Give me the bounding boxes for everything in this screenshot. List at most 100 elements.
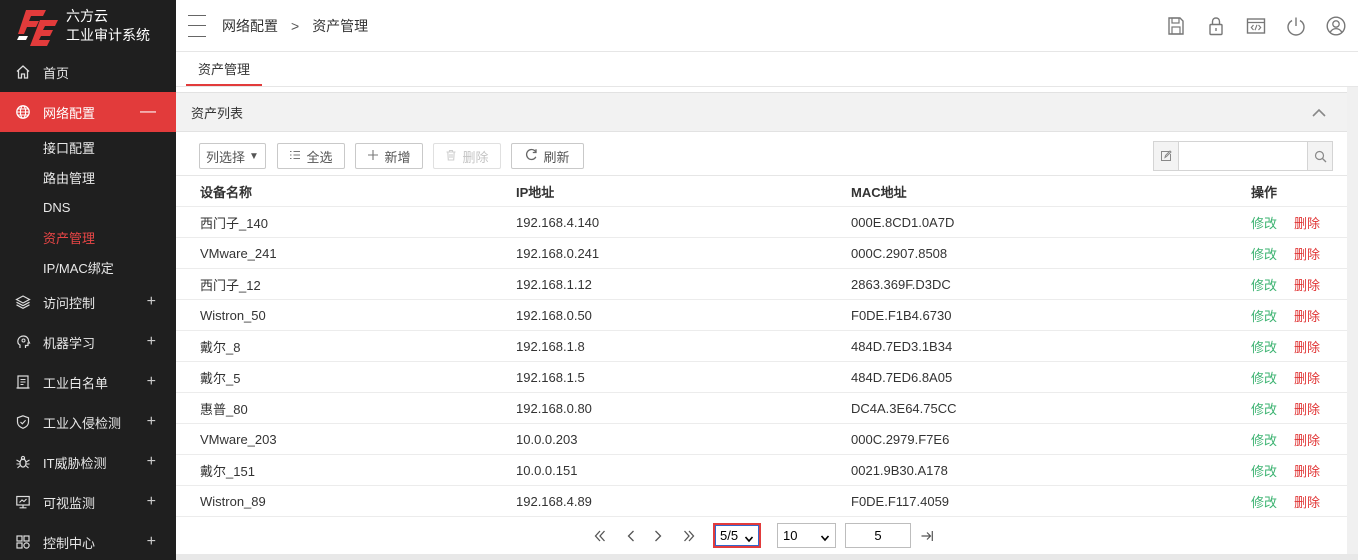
panel-title: 资产列表 — [191, 105, 244, 121]
edit-link[interactable]: 修改 — [1251, 402, 1277, 417]
expand-toggle[interactable]: + — [147, 293, 156, 311]
sidebar-item-home[interactable]: 首页 — [0, 52, 176, 92]
breadcrumb-item[interactable]: 网络配置 — [222, 16, 278, 36]
device-name-cell: VMware_203 — [176, 423, 516, 455]
column-header-actions: 操作 — [1251, 175, 1347, 207]
actions-cell: 修改 删除 — [1251, 454, 1347, 486]
expand-toggle[interactable]: + — [147, 413, 156, 431]
add-button[interactable]: 新增 — [355, 143, 423, 169]
sidebar-item-machine-learning[interactable]: 机器学习 + — [0, 322, 176, 362]
table-row: 戴尔_151 10.0.0.151 0021.9B30.A178 修改 删除 — [176, 454, 1347, 486]
column-select-button[interactable]: 列选择 ▼ — [199, 143, 266, 169]
edit-icon[interactable] — [1154, 142, 1179, 170]
delete-link[interactable]: 删除 — [1294, 247, 1320, 262]
delete-button[interactable]: 删除 — [433, 143, 501, 169]
sidebar-subitem-interface-config[interactable]: 接口配置 — [0, 132, 176, 162]
delete-link[interactable]: 删除 — [1294, 340, 1320, 355]
sidebar-item-label: 网络配置 — [43, 105, 96, 121]
sidebar-item-access-control[interactable]: 访问控制 + — [0, 282, 176, 322]
page-select[interactable]: 5/5 — [713, 523, 761, 548]
tab-asset-management[interactable]: 资产管理 — [186, 58, 263, 86]
monitor-icon — [14, 493, 32, 511]
chevron-up-icon[interactable] — [1309, 103, 1329, 123]
page-jump-input[interactable]: 5 — [845, 523, 911, 548]
sidebar-subitem-route-management[interactable]: 路由管理 — [0, 162, 176, 192]
first-page-icon[interactable] — [591, 527, 609, 545]
edit-link[interactable]: 修改 — [1251, 371, 1277, 386]
previous-page-icon[interactable] — [622, 527, 640, 545]
edit-link[interactable]: 修改 — [1251, 309, 1277, 324]
collapse-toggle[interactable]: — — [140, 103, 156, 121]
expand-toggle[interactable]: + — [147, 493, 156, 511]
pagination: 5/5 10 5 — [176, 518, 1347, 554]
column-header-ip-address[interactable]: IP地址 — [516, 175, 851, 207]
ip-address-cell: 192.168.1.8 — [516, 330, 851, 362]
expand-toggle[interactable]: + — [147, 373, 156, 391]
table-row: 戴尔_8 192.168.1.8 484D.7ED3.1B34 修改 删除 — [176, 330, 1347, 362]
select-all-label: 全选 — [306, 149, 333, 165]
go-to-page-icon[interactable] — [918, 527, 936, 545]
lock-icon[interactable] — [1204, 14, 1228, 38]
breadcrumb-separator: > — [291, 17, 300, 34]
actions-cell: 修改 删除 — [1251, 299, 1347, 331]
toolbar: 列选择 ▼ 全选 新增 删除 刷新 — [176, 132, 1347, 177]
expand-toggle[interactable]: + — [147, 333, 156, 351]
select-all-button[interactable]: 全选 — [277, 143, 345, 169]
sidebar-item-industrial-whitelist[interactable]: 工业白名单 + — [0, 362, 176, 402]
delete-link[interactable]: 删除 — [1294, 309, 1320, 324]
mac-address-cell: 000E.8CD1.0A7D — [851, 206, 1251, 238]
actions-cell: 修改 删除 — [1251, 268, 1347, 300]
edit-link[interactable]: 修改 — [1251, 247, 1277, 262]
delete-link[interactable]: 删除 — [1294, 278, 1320, 293]
menu-toggle-icon[interactable] — [188, 14, 206, 37]
search-input[interactable] — [1179, 142, 1307, 170]
expand-toggle[interactable]: + — [147, 453, 156, 471]
delete-link[interactable]: 删除 — [1294, 216, 1320, 231]
search-icon[interactable] — [1307, 142, 1332, 170]
edit-link[interactable]: 修改 — [1251, 216, 1277, 231]
sidebar-item-it-threat-detection[interactable]: IT威胁检测 + — [0, 442, 176, 482]
sidebar-subitem-ip-mac-binding[interactable]: IP/MAC绑定 — [0, 252, 176, 282]
code-window-icon[interactable] — [1244, 14, 1268, 38]
user-icon[interactable] — [1324, 14, 1348, 38]
table-row: 戴尔_5 192.168.1.5 484D.7ED6.8A05 修改 删除 — [176, 361, 1347, 393]
refresh-button[interactable]: 刷新 — [511, 143, 584, 169]
sidebar-item-control-center[interactable]: 控制中心 + — [0, 522, 176, 560]
sidebar-item-label: 访问控制 — [43, 295, 96, 311]
sidebar-item-industrial-intrusion-detection[interactable]: 工业入侵检测 + — [0, 402, 176, 442]
bug-icon — [14, 453, 32, 471]
panel-header: 资产列表 — [176, 92, 1347, 132]
edit-link[interactable]: 修改 — [1251, 464, 1277, 479]
page-size-value: 10 — [783, 528, 798, 543]
delete-link[interactable]: 删除 — [1294, 371, 1320, 386]
sidebar-item-visual-monitoring[interactable]: 可视监测 + — [0, 482, 176, 522]
actions-cell: 修改 删除 — [1251, 392, 1347, 424]
page-size-select[interactable]: 10 — [777, 523, 836, 548]
column-header-device-name[interactable]: 设备名称 — [176, 175, 516, 207]
delete-link[interactable]: 删除 — [1294, 464, 1320, 479]
shield-icon — [14, 413, 32, 431]
sidebar-subitem-dns[interactable]: DNS — [0, 192, 176, 222]
device-name-cell: 戴尔_8 — [176, 330, 516, 362]
edit-link[interactable]: 修改 — [1251, 340, 1277, 355]
last-page-icon[interactable] — [680, 527, 698, 545]
expand-toggle[interactable]: + — [147, 533, 156, 551]
sidebar-subitem-asset-management[interactable]: 资产管理 — [0, 222, 176, 252]
next-page-icon[interactable] — [649, 527, 667, 545]
device-name-cell: 戴尔_151 — [176, 454, 516, 486]
edit-link[interactable]: 修改 — [1251, 495, 1277, 510]
ip-address-cell: 192.168.0.241 — [516, 237, 851, 269]
actions-cell: 修改 删除 — [1251, 485, 1347, 517]
column-header-mac-address[interactable]: MAC地址 — [851, 175, 1251, 207]
edit-link[interactable]: 修改 — [1251, 278, 1277, 293]
delete-link[interactable]: 删除 — [1294, 495, 1320, 510]
delete-link[interactable]: 删除 — [1294, 433, 1320, 448]
mac-address-cell: DC4A.3E64.75CC — [851, 392, 1251, 424]
top-header: 网络配置 > 资产管理 — [176, 0, 1358, 52]
footer-strip — [176, 554, 1358, 560]
save-icon[interactable] — [1164, 14, 1188, 38]
sidebar-item-network-config[interactable]: 网络配置 — — [0, 92, 176, 132]
power-icon[interactable] — [1284, 14, 1308, 38]
delete-link[interactable]: 删除 — [1294, 402, 1320, 417]
edit-link[interactable]: 修改 — [1251, 433, 1277, 448]
